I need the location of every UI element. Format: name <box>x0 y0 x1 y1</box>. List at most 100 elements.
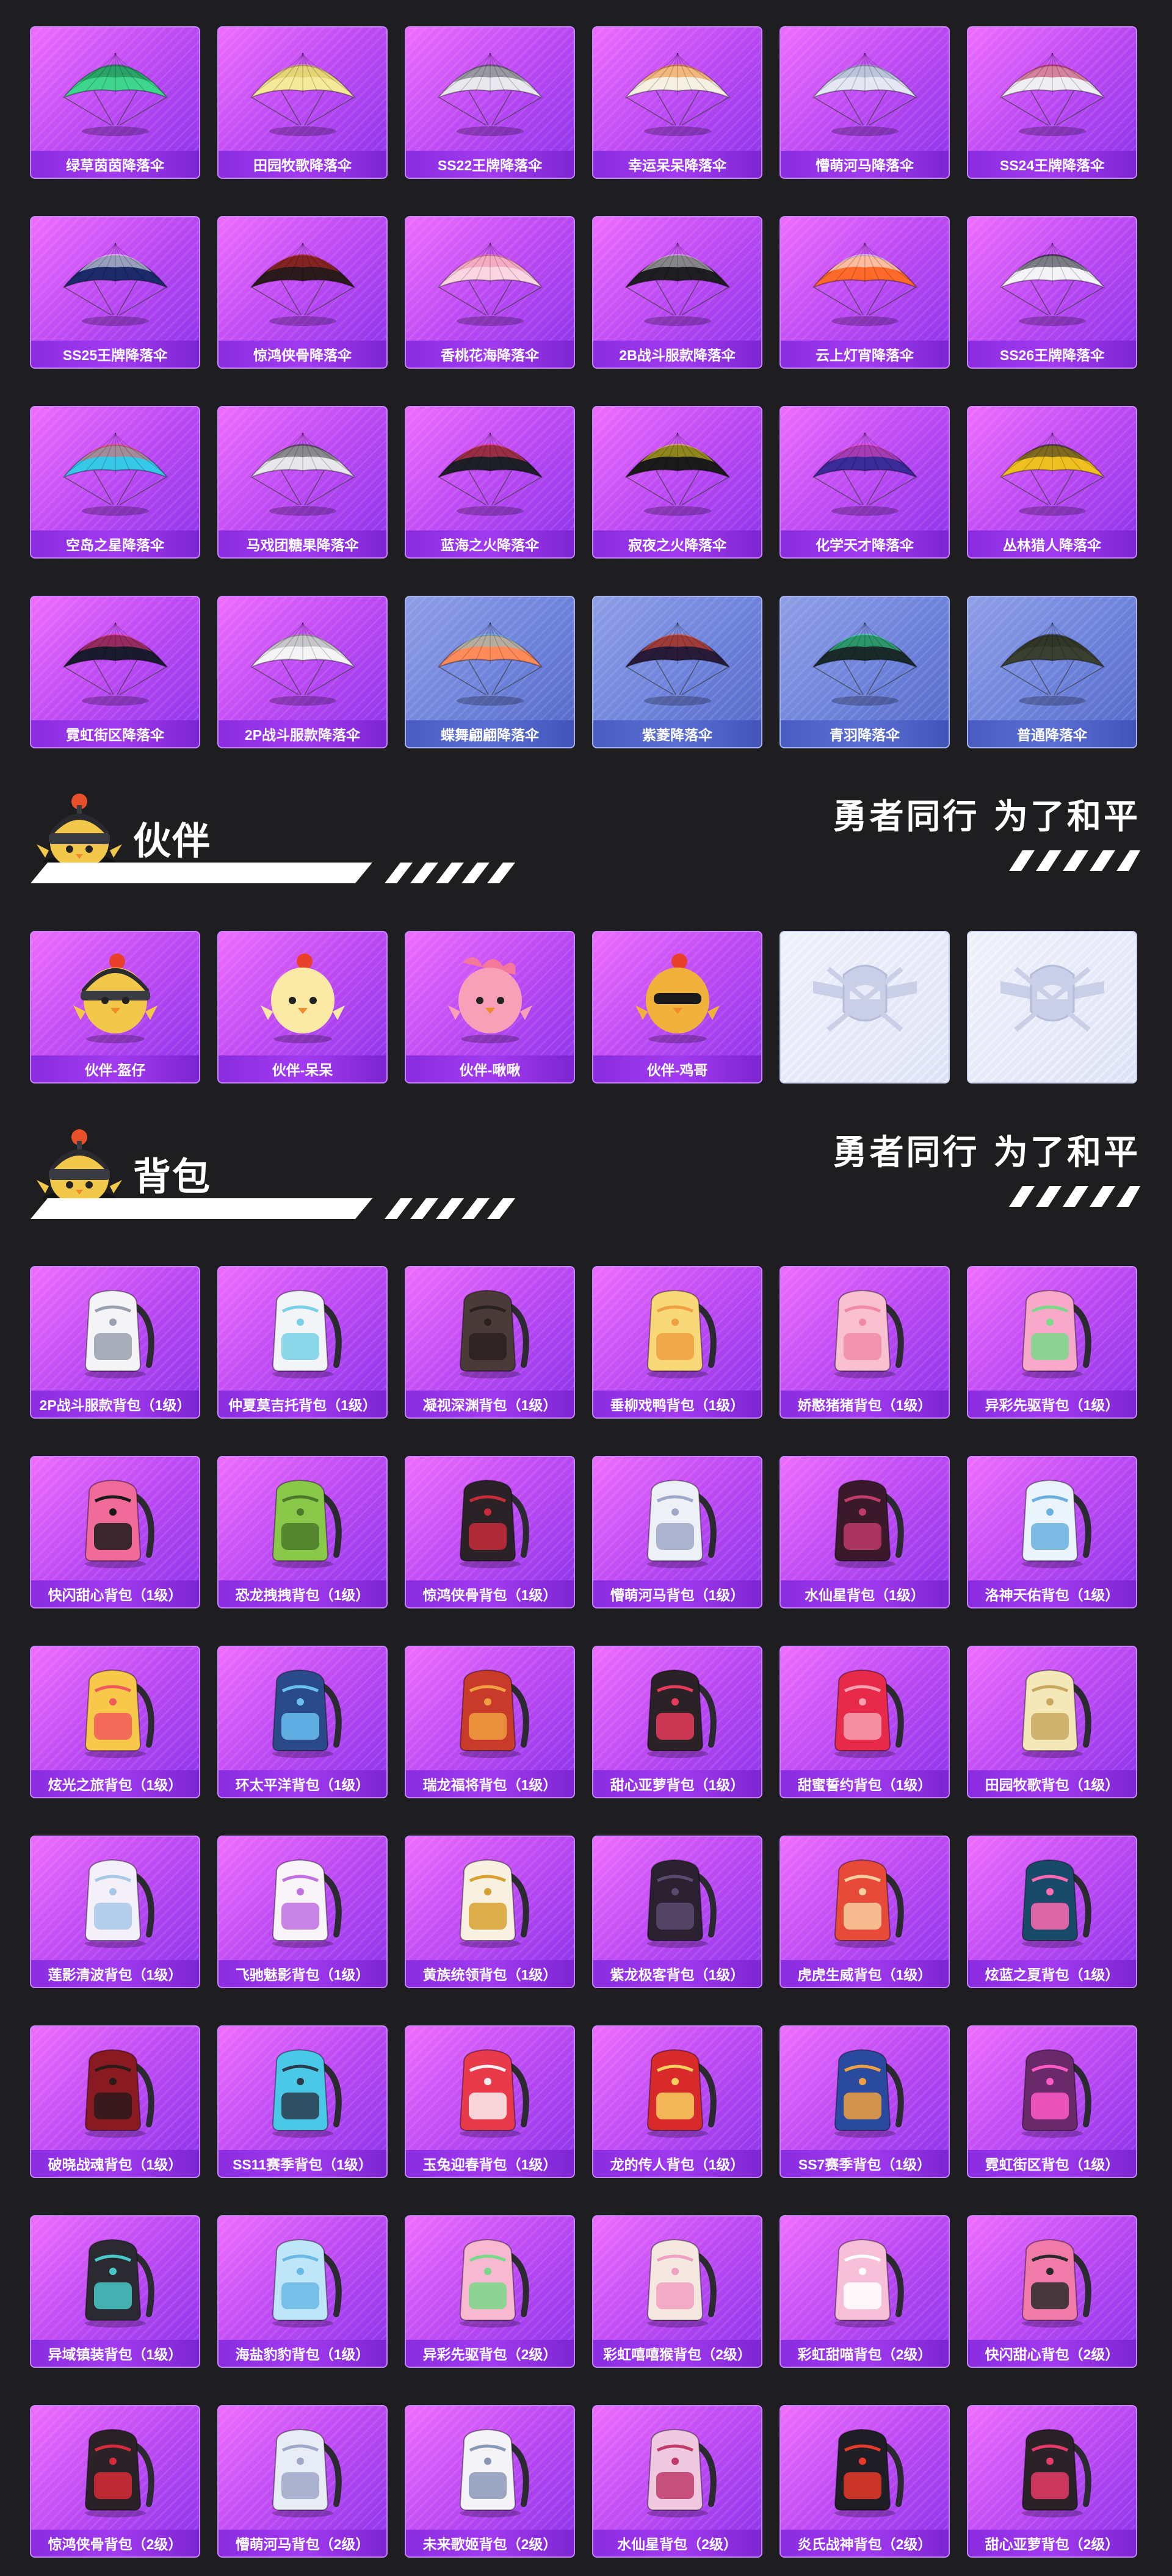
backpack-card[interactable]: 水仙星背包（2级） <box>592 2405 762 2558</box>
backpack-card[interactable]: 娇憨猪猪背包（1级） <box>780 1266 950 1419</box>
backpack-card[interactable]: 破晓战魂背包（1级） <box>30 2025 200 2178</box>
parachute-card[interactable]: SS24王牌降落伞 <box>967 26 1137 179</box>
backpack-icon <box>459 2428 529 2517</box>
parachute-card[interactable]: 普通降落伞 <box>967 596 1137 748</box>
parachute-icon <box>624 52 730 136</box>
backpack-card[interactable]: 惊鸿侠骨背包（2级） <box>30 2405 200 2558</box>
companion-card[interactable]: 伙伴-盔仔 <box>30 931 200 1084</box>
backpack-card[interactable]: 虎虎生威背包（1级） <box>780 1836 950 1988</box>
parachute-card[interactable]: 青羽降落伞 <box>780 596 950 748</box>
backpack-icon <box>84 1859 154 1948</box>
companion-card[interactable]: 伙伴-啾啾 <box>405 931 575 1084</box>
backpack-card[interactable]: 炫蓝之夏背包（1级） <box>967 1836 1137 1988</box>
backpack-icon <box>459 2238 529 2328</box>
backpack-card[interactable]: 未来歌姬背包（2级） <box>405 2405 575 2558</box>
backpack-card[interactable]: 凝视深渊背包（1级） <box>405 1266 575 1419</box>
backpack-card[interactable]: 彩虹甜喵背包（2级） <box>780 2215 950 2368</box>
item-label: 懵萌河马背包（1级） <box>593 1580 761 1607</box>
companion-card[interactable]: 伙伴-呆呆 <box>217 931 388 1084</box>
parachute-card[interactable]: 田园牧歌降落伞 <box>217 26 388 179</box>
backpack-card[interactable]: 莲影清波背包（1级） <box>30 1836 200 1988</box>
backpack-icon <box>834 1479 904 1568</box>
backpack-icon <box>834 1859 904 1948</box>
backpack-card[interactable]: 懵萌河马背包（2级） <box>217 2405 388 2558</box>
backpack-card[interactable]: 垂柳戏鸭背包（1级） <box>592 1266 762 1419</box>
backpack-card[interactable]: 洛神天佑背包（1级） <box>967 1456 1137 1608</box>
empty-slot-card[interactable] <box>780 931 950 1084</box>
backpack-card[interactable]: 田园牧歌背包（1级） <box>967 1646 1137 1798</box>
backpack-card[interactable]: 瑞龙福将背包（1级） <box>405 1646 575 1798</box>
parachute-card[interactable]: SS26王牌降落伞 <box>967 216 1137 369</box>
parachute-card[interactable]: 丛林猎人降落伞 <box>967 406 1137 559</box>
backpack-card[interactable]: 环太平洋背包（1级） <box>217 1646 388 1798</box>
backpack-card[interactable]: 甜蜜誓约背包（1级） <box>780 1646 950 1798</box>
parachute-card[interactable]: 绿草茵茵降落伞 <box>30 26 200 179</box>
backpack-card[interactable]: 仲夏莫吉托背包（1级） <box>217 1266 388 1419</box>
empty-slot-card[interactable] <box>967 931 1137 1084</box>
item-label: 马戏团糖果降落伞 <box>219 530 386 557</box>
parachute-card[interactable]: 香桃花海降落伞 <box>405 216 575 369</box>
parachute-card[interactable]: 惊鸿侠骨降落伞 <box>217 216 388 369</box>
item-image <box>219 34 386 150</box>
item-label: 幸运呆呆降落伞 <box>593 151 761 178</box>
item-image <box>968 1463 1136 1579</box>
item-label: 娇憨猪猪背包（1级） <box>781 1391 949 1417</box>
backpack-card[interactable]: 海盐豹豹背包（1级） <box>217 2215 388 2368</box>
section-title: 背包 <box>133 1156 212 1198</box>
backpack-card[interactable]: SS11赛季背包（1级） <box>217 2025 388 2178</box>
backpack-card[interactable]: 快闪甜心背包（1级） <box>30 1456 200 1608</box>
parachute-card[interactable]: 蝶舞翩翩降落伞 <box>405 596 575 748</box>
backpack-card[interactable]: SS7赛季背包（1级） <box>780 2025 950 2178</box>
item-label: 环太平洋背包（1级） <box>219 1770 386 1797</box>
item-label: 甜心亚萝背包（1级） <box>593 1770 761 1797</box>
backpack-card[interactable]: 恐龙拽拽背包（1级） <box>217 1456 388 1608</box>
backpack-card[interactable]: 甜心亚萝背包（1级） <box>592 1646 762 1798</box>
backpack-card[interactable]: 紫龙极客背包（1级） <box>592 1836 762 1988</box>
backpack-card[interactable]: 龙的传人背包（1级） <box>592 2025 762 2178</box>
backpack-icon <box>646 1859 717 1948</box>
parachute-card[interactable]: 霓虹街区降落伞 <box>30 596 200 748</box>
item-image <box>219 1463 386 1579</box>
backpack-card[interactable]: 2P战斗服款背包（1级） <box>30 1266 200 1419</box>
backpack-card[interactable]: 异彩先驱背包（2级） <box>405 2215 575 2368</box>
backpack-card[interactable]: 懵萌河马背包（1级） <box>592 1456 762 1608</box>
backpack-card[interactable]: 水仙星背包（1级） <box>780 1456 950 1608</box>
backpack-card[interactable]: 霓虹街区背包（1级） <box>967 2025 1137 2178</box>
backpack-card[interactable]: 快闪甜心背包（2级） <box>967 2215 1137 2368</box>
companion-card[interactable]: 伙伴-鸡哥 <box>592 931 762 1084</box>
parachute-card[interactable]: 幸运呆呆降落伞 <box>592 26 762 179</box>
parachute-icon <box>624 432 730 516</box>
item-label: 惊鸿侠骨背包（1级） <box>406 1580 574 1607</box>
item-image <box>219 413 386 529</box>
item-image <box>406 1463 574 1579</box>
parachute-card[interactable]: 马戏团糖果降落伞 <box>217 406 388 559</box>
item-image <box>781 1273 949 1389</box>
backpack-card[interactable]: 甜心亚萝背包（2级） <box>967 2405 1137 2558</box>
backpack-card[interactable]: 彩虹嘻嘻猴背包（2级） <box>592 2215 762 2368</box>
parachute-card[interactable]: 化学天才降落伞 <box>780 406 950 559</box>
parachute-card[interactable]: SS22王牌降落伞 <box>405 26 575 179</box>
backpack-icon <box>272 2238 342 2328</box>
backpack-card[interactable]: 惊鸿侠骨背包（1级） <box>405 1456 575 1608</box>
backpack-card[interactable]: 飞驰魅影背包（1级） <box>217 1836 388 1988</box>
parachute-card[interactable]: 2P战斗服款降落伞 <box>217 596 388 748</box>
item-image <box>968 2412 1136 2528</box>
parachute-icon <box>250 432 355 516</box>
backpack-card[interactable]: 玉兔迎春背包（1级） <box>405 2025 575 2178</box>
parachute-card[interactable]: 紫菱降落伞 <box>592 596 762 748</box>
backpack-card[interactable]: 黄族统领背包（1级） <box>405 1836 575 1988</box>
parachute-card[interactable]: 蓝海之火降落伞 <box>405 406 575 559</box>
parachute-card[interactable]: 2B战斗服款降落伞 <box>592 216 762 369</box>
backpack-card[interactable]: 炫光之旅背包（1级） <box>30 1646 200 1798</box>
backpack-icon <box>84 2428 154 2517</box>
parachute-icon <box>624 622 730 706</box>
backpack-card[interactable]: 异域镇装背包（1级） <box>30 2215 200 2368</box>
backpack-card[interactable]: 异彩先驱背包（1级） <box>967 1266 1137 1419</box>
parachute-card[interactable]: SS25王牌降落伞 <box>30 216 200 369</box>
item-image <box>219 938 386 1054</box>
backpack-card[interactable]: 炎氏战神背包（2级） <box>780 2405 950 2558</box>
parachute-card[interactable]: 懵萌河马降落伞 <box>780 26 950 179</box>
parachute-card[interactable]: 寂夜之火降落伞 <box>592 406 762 559</box>
parachute-card[interactable]: 云上灯宵降落伞 <box>780 216 950 369</box>
parachute-card[interactable]: 空岛之星降落伞 <box>30 406 200 559</box>
